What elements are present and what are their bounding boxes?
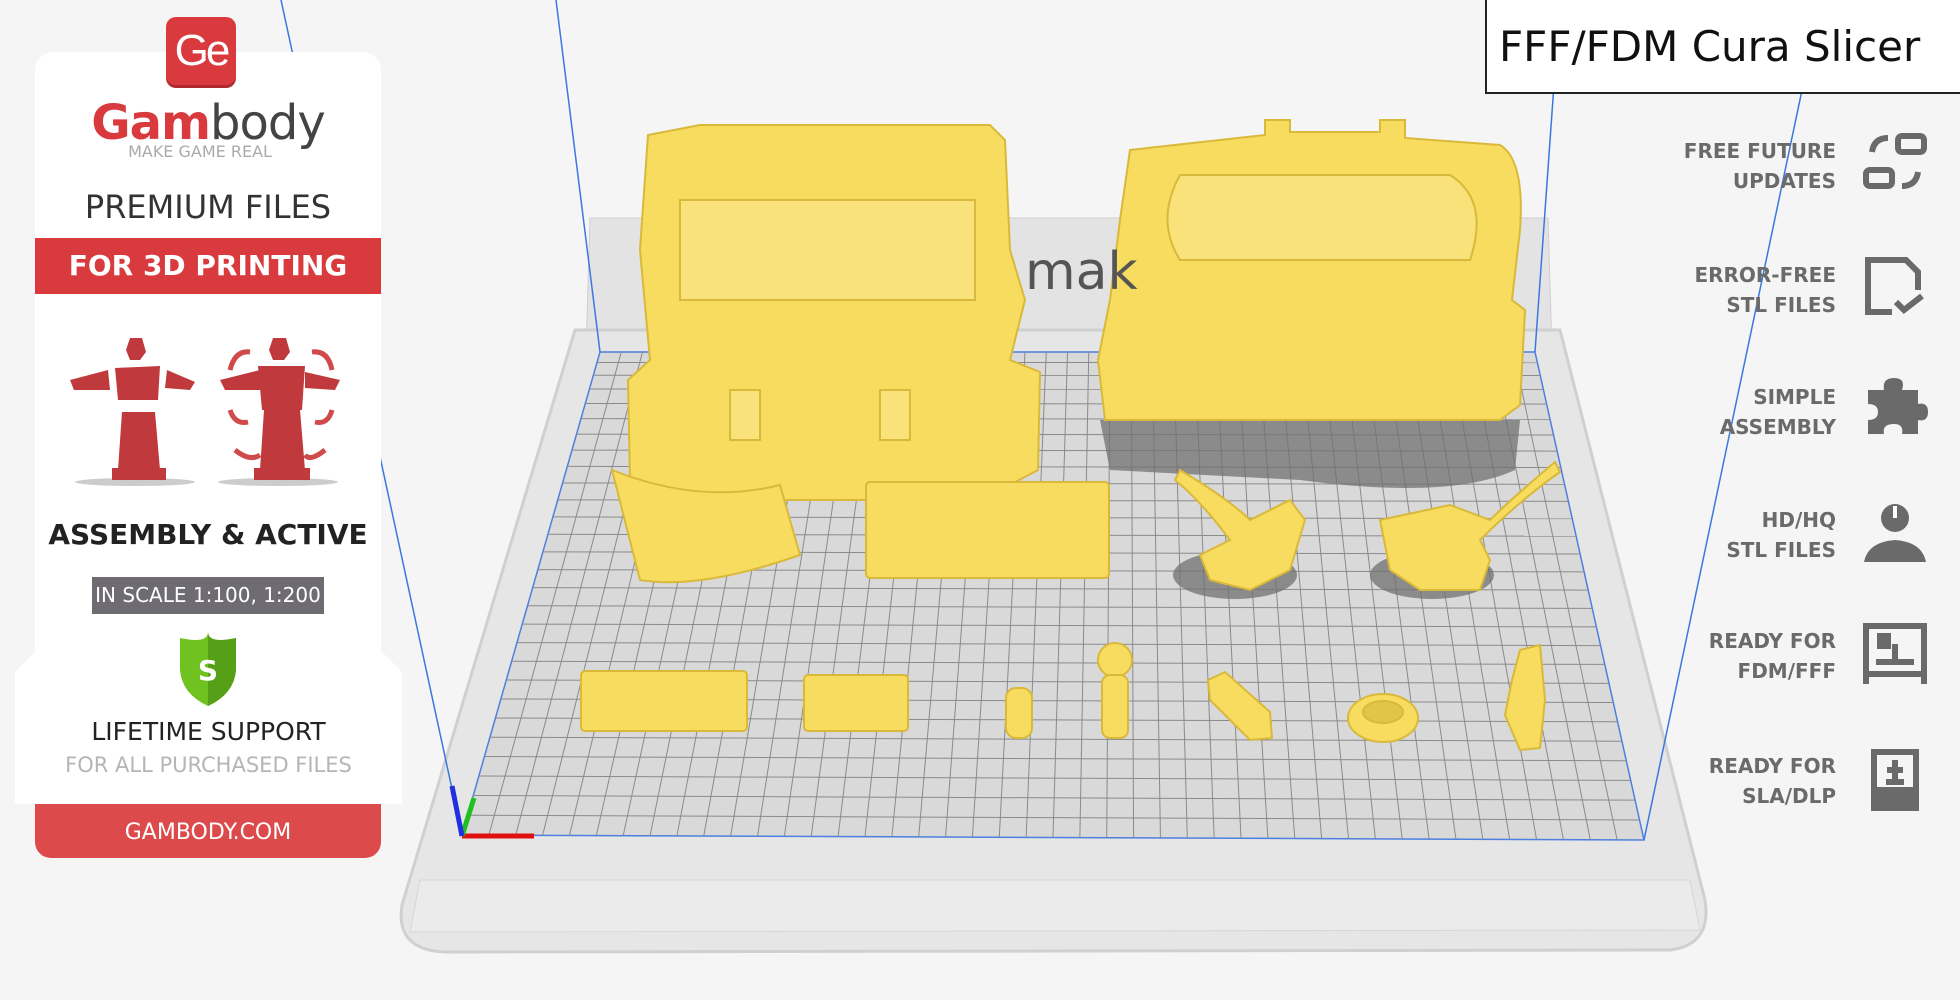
brand-tagline: MAKE GAME REAL <box>128 142 272 161</box>
slicer-title: FFF/FDM Cura Slicer <box>1499 22 1921 71</box>
feature-line1: FREE FUTURE <box>1683 139 1836 163</box>
figure-assembly-icon <box>70 338 340 486</box>
website-link[interactable]: GAMBODY.COM <box>35 804 381 858</box>
slicer-title-box: FFF/FDM Cura Slicer <box>1485 0 1960 94</box>
model-part-block-2[interactable] <box>803 674 909 732</box>
model-part-cylinder[interactable] <box>1005 687 1033 739</box>
model-part-block-1[interactable] <box>580 670 748 732</box>
feature-line2: STL FILES <box>1726 538 1836 562</box>
support-subtitle: FOR ALL PURCHASED FILES <box>65 753 352 777</box>
feature-updates: FREE FUTURE UPDATES <box>1576 136 1836 196</box>
assembly-heading: ASSEMBLY & ACTIVE <box>48 518 368 551</box>
feature-hdhq: HD/HQ STL FILES <box>1576 505 1836 565</box>
feature-line2: STL FILES <box>1726 293 1836 317</box>
support-title: LIFETIME SUPPORT <box>91 717 326 746</box>
feature-line2: FDM/FFF <box>1737 659 1836 683</box>
shield-icon: S <box>180 632 236 706</box>
model-part-pin[interactable] <box>1097 642 1133 739</box>
feature-line1: READY FOR <box>1708 754 1836 778</box>
model-part-ring[interactable] <box>1347 693 1419 743</box>
feature-line1: HD/HQ <box>1761 508 1836 532</box>
feature-line1: ERROR-FREE <box>1694 263 1836 287</box>
printing-band: FOR 3D PRINTING <box>35 238 381 294</box>
scale-badge: IN SCALE 1:100, 1:200 <box>92 577 324 614</box>
premium-heading: PREMIUM FILES <box>84 188 332 226</box>
swap-icon <box>1863 133 1927 189</box>
feature-fdm: READY FOR FDM/FFF <box>1576 626 1836 686</box>
model-torso-back[interactable] <box>1096 119 1527 421</box>
fdm-printer-icon <box>1863 623 1927 684</box>
gambody-logo-icon: Ge <box>166 17 236 85</box>
feature-line2: SLA/DLP <box>1742 784 1836 808</box>
feature-line2: ASSEMBLY <box>1719 415 1836 439</box>
bust-icon <box>1864 504 1926 562</box>
feature-line2: UPDATES <box>1732 169 1836 193</box>
shield-letter: S <box>198 654 218 687</box>
feature-line1: SIMPLE <box>1753 385 1836 409</box>
file-check-icon <box>1865 257 1924 315</box>
plate-watermark: mak <box>1025 242 1138 302</box>
sla-printer-icon <box>1871 749 1919 811</box>
model-flat-panel[interactable] <box>865 481 1110 579</box>
feature-assembly: SIMPLE ASSEMBLY <box>1576 382 1836 442</box>
feature-error-free: ERROR-FREE STL FILES <box>1576 260 1836 320</box>
model-torso-front[interactable] <box>626 124 1042 501</box>
feature-sla: READY FOR SLA/DLP <box>1576 751 1836 811</box>
model-torso-back-window <box>1166 174 1478 261</box>
feature-line1: READY FOR <box>1708 629 1836 653</box>
puzzle-icon <box>1868 378 1928 434</box>
build-plate-rim <box>409 879 1701 933</box>
